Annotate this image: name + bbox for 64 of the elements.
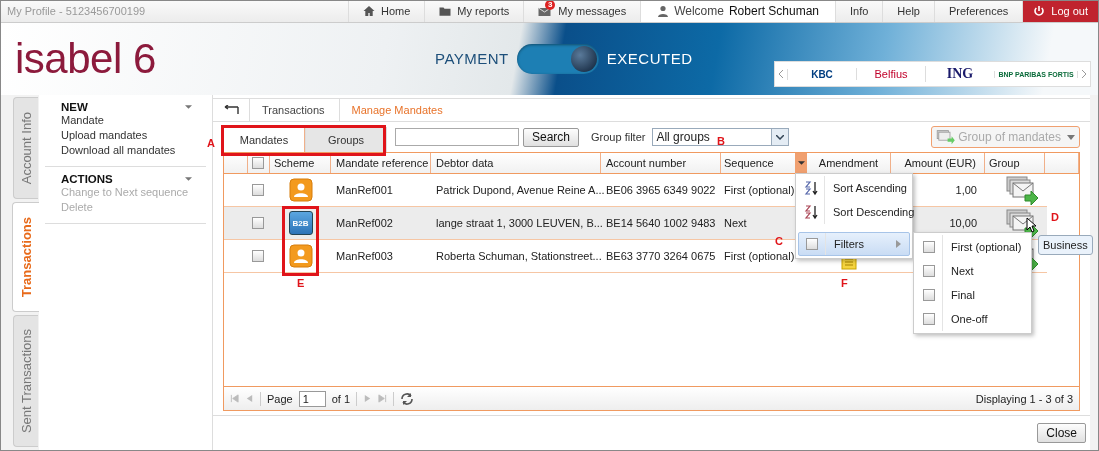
column-header[interactable]: Account number: [606, 157, 687, 169]
annotation-letter: E: [297, 277, 305, 289]
sidebar-link[interactable]: Upload mandates: [61, 128, 206, 143]
table-cell: ManRef001: [336, 184, 393, 196]
logout-button[interactable]: Log out: [1022, 1, 1098, 22]
table-cell: BE14 5640 1002 9483: [606, 217, 716, 229]
annotation-letter: D: [1051, 211, 1059, 223]
column-header[interactable]: Scheme: [274, 157, 315, 169]
bank-logo[interactable]: KBC: [787, 68, 856, 80]
page-field[interactable]: 1: [298, 390, 326, 407]
filter-option[interactable]: One-off: [916, 307, 1030, 331]
annotation-letter: A: [207, 137, 215, 149]
executed-label: EXECUTED: [606, 50, 693, 68]
column-header[interactable]: Amount (EUR): [904, 157, 976, 169]
close-button[interactable]: Close: [1037, 422, 1086, 443]
isabel-logo: isabel 6: [14, 34, 157, 83]
filter-option[interactable]: Final: [916, 283, 1030, 307]
bank-logo[interactable]: Belfius: [856, 68, 925, 80]
table-cell: ManRef003: [336, 250, 393, 262]
annotation-letter: F: [841, 277, 848, 289]
nav-link[interactable]: My reports: [424, 1, 524, 22]
column-header[interactable]: Debtor data: [436, 157, 494, 169]
sidebar-link[interactable]: Download all mandates: [61, 143, 206, 158]
nav-link[interactable]: Info: [835, 1, 883, 22]
payment-label: PAYMENT: [435, 50, 509, 68]
table-cell: 10,00: [949, 217, 977, 229]
profile-label: My Profile - 5123456700199: [6, 5, 147, 18]
table-cell: Roberta Schuman, Stationstreet...: [436, 250, 602, 262]
display-count: Displaying 1 - 3 of 3: [975, 392, 1073, 405]
page-count: of 1: [331, 392, 351, 405]
table-cell: First (optional): [724, 250, 795, 262]
side-tab[interactable]: Sent Transactions: [13, 315, 38, 447]
welcome-label: Welcome: [674, 4, 724, 19]
table-cell: Next: [724, 217, 747, 229]
search-button[interactable]: Search: [523, 127, 580, 147]
nav-link[interactable]: Help: [882, 1, 934, 22]
bank-logo[interactable]: ING: [925, 66, 994, 82]
table-cell: BE06 3965 6349 9022: [606, 184, 716, 196]
table-cell: lange straat 1, 3000 LEUVEN, B...: [436, 217, 603, 229]
table-cell: ManRef002: [336, 217, 393, 229]
column-header[interactable]: Group: [989, 157, 1020, 169]
b2b-badge: B2B: [288, 211, 313, 235]
group-filter-label: Group filter: [591, 131, 646, 143]
column-header[interactable]: Mandate reference: [336, 157, 429, 169]
section-title: NEW: [61, 101, 88, 113]
nav-link[interactable]: Home: [348, 1, 425, 22]
tooltip: Business: [1038, 235, 1093, 255]
table-cell: Patrick Dupond, Avenue Reine A...: [436, 184, 605, 196]
menu-item[interactable]: Filters: [798, 232, 910, 256]
side-tab[interactable]: Account Info: [13, 97, 38, 199]
table-cell: First (optional): [724, 184, 795, 196]
table-cell: 1,00: [955, 184, 977, 196]
column-header[interactable]: Sequence: [724, 157, 774, 169]
page-label: Page: [267, 392, 293, 405]
breadcrumb-link[interactable]: Transactions: [249, 99, 339, 121]
menu-item[interactable]: Sort Ascending: [798, 176, 910, 200]
annotation-letter: B: [717, 135, 725, 147]
user-name: Robert Schuman: [728, 4, 819, 19]
filter-option[interactable]: First (optional): [916, 235, 1030, 259]
section-title: ACTIONS: [61, 173, 113, 185]
message-count-badge: 3: [545, 1, 556, 11]
table-cell: BE63 3770 3264 0675: [606, 250, 716, 262]
sidebar-link[interactable]: Mandate: [61, 113, 206, 128]
column-header[interactable]: Amendment: [818, 157, 879, 169]
